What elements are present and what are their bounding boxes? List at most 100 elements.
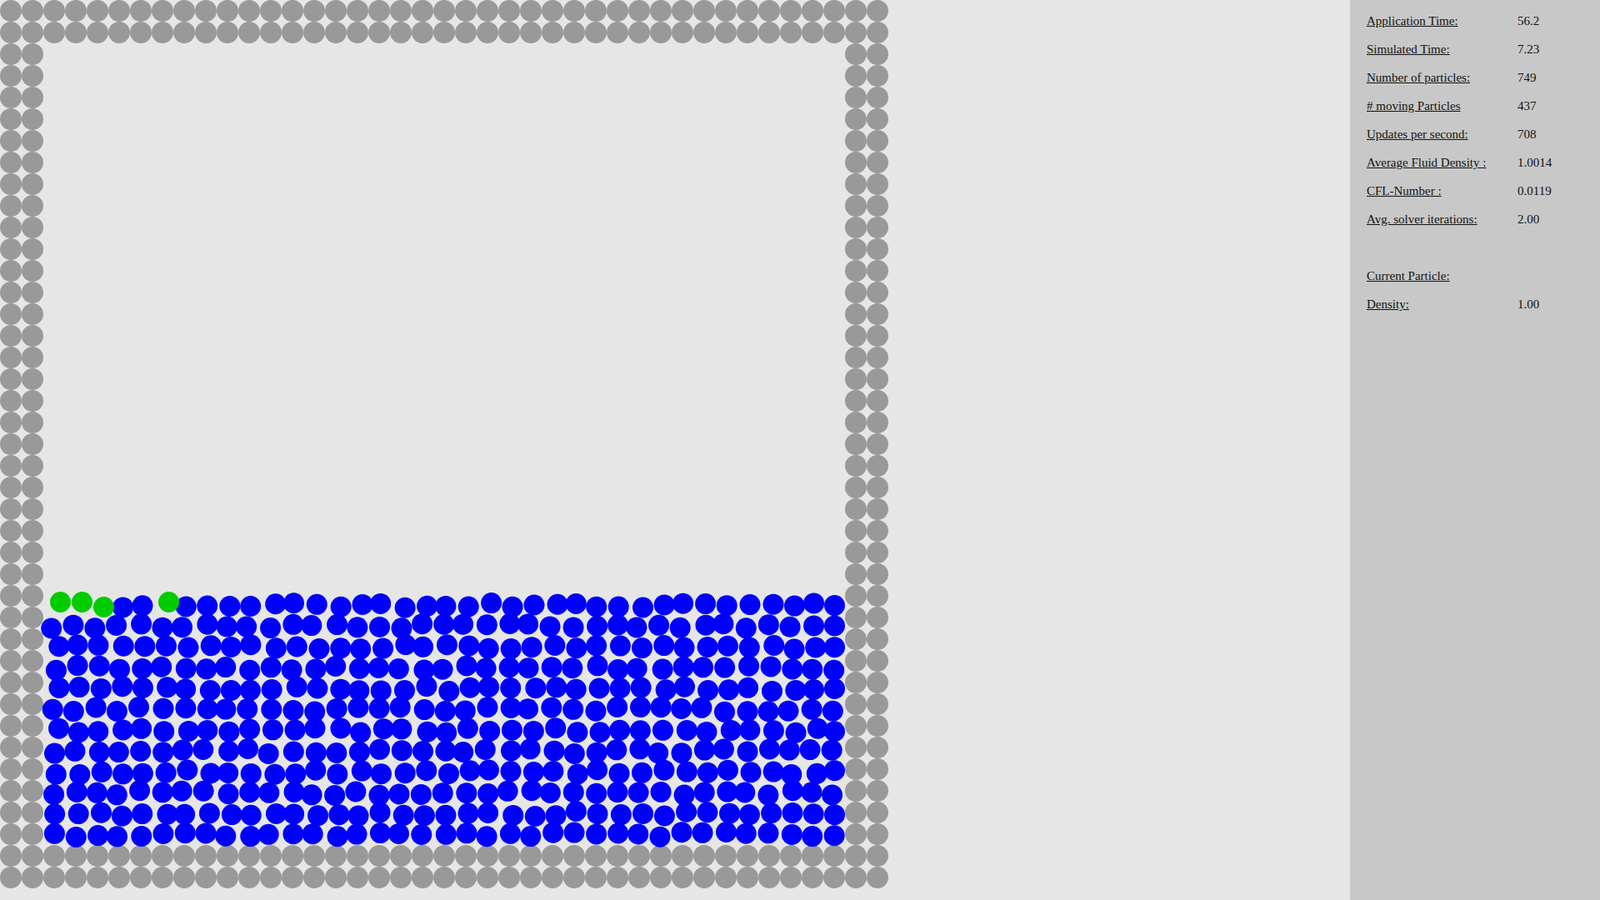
fluid-particle (607, 659, 629, 680)
fluid-particle (156, 676, 178, 698)
fluid-particle (221, 804, 243, 825)
boundary-particle (0, 43, 22, 65)
fluid-particle (740, 761, 762, 783)
boundary-particle (0, 801, 22, 824)
fluid-particle (435, 722, 457, 744)
boundary-particle (0, 780, 22, 802)
fluid-particle (521, 636, 543, 658)
fluid-particle (565, 593, 587, 615)
boundary-particle (21, 498, 44, 520)
info-row: Density:1.00 (1366, 290, 1590, 319)
boundary-particle (866, 801, 889, 824)
fluid-particle (199, 802, 220, 824)
fluid-particle (648, 615, 670, 636)
fluid-particle (718, 679, 740, 700)
fluid-particle (63, 700, 85, 722)
boundary-particle (866, 650, 889, 672)
fluid-particle (90, 802, 112, 824)
selected-particle[interactable] (158, 591, 180, 613)
fluid-particle (412, 636, 434, 658)
boundary-particle (541, 845, 564, 867)
fluid-particle (306, 677, 328, 699)
fluid-particle (432, 782, 454, 804)
info-value: 437 (1517, 96, 1537, 116)
boundary-particle (86, 21, 109, 44)
fluid-particle (821, 784, 843, 805)
fluid-particle (283, 741, 305, 763)
fluid-particle (630, 696, 651, 718)
fluid-particle (821, 740, 843, 761)
boundary-particle (390, 866, 412, 889)
info-row: Simulated Time:7.23 (1366, 35, 1590, 64)
boundary-particle (21, 130, 44, 152)
info-label: Average Fluid Density : (1366, 153, 1518, 173)
boundary-particle (390, 845, 412, 867)
fluid-particle (544, 740, 565, 762)
fluid-particle (300, 615, 322, 636)
boundary-particle (845, 130, 867, 152)
fluid-particle (608, 596, 630, 618)
fluid-particle (739, 804, 760, 825)
fluid-particle (415, 760, 437, 781)
fluid-particle (566, 721, 588, 743)
fluid-particle (607, 614, 629, 635)
boundary-particle (801, 845, 824, 867)
boundary-particle (21, 736, 44, 759)
boundary-particle (845, 455, 867, 477)
boundary-particle (650, 866, 672, 889)
fluid-particle (258, 824, 280, 845)
fluid-particle (69, 676, 90, 698)
boundary-particle (541, 0, 564, 22)
info-value: 2.00 (1517, 210, 1540, 230)
selected-particle[interactable] (93, 596, 115, 618)
boundary-particle (130, 21, 152, 44)
boundary-particle (411, 866, 434, 889)
fluid-particle (760, 655, 782, 677)
fluid-particle (368, 785, 390, 806)
info-label: Simulated Time: (1366, 40, 1518, 60)
boundary-particle (801, 21, 824, 44)
fluid-particle (349, 658, 370, 680)
fluid-particle (460, 677, 481, 699)
fluid-particle (822, 700, 844, 722)
boundary-particle (736, 845, 759, 867)
fluid-particle (781, 802, 803, 824)
fluid-particle (674, 676, 695, 698)
fluid-particle (68, 721, 90, 743)
boundary-particle (195, 845, 217, 867)
simulation-canvas[interactable] (0, 0, 1350, 900)
fluid-particle (171, 616, 193, 638)
fluid-particle (501, 720, 523, 741)
fluid-particle (69, 764, 90, 785)
boundary-particle (65, 845, 87, 867)
simulation-view[interactable] (0, 0, 1350, 900)
fluid-particle (606, 781, 628, 803)
selected-particle[interactable] (71, 591, 93, 613)
fluid-particle (87, 825, 109, 846)
boundary-particle (671, 845, 694, 867)
boundary-particle (693, 866, 715, 889)
boundary-particle (845, 65, 867, 87)
boundary-particle (866, 173, 889, 195)
boundary-particle (151, 866, 174, 889)
fluid-particle (476, 614, 498, 635)
fluid-particle (131, 803, 153, 825)
fluid-particle (200, 680, 221, 701)
selected-particle[interactable] (50, 591, 71, 613)
fluid-particle (607, 823, 629, 845)
info-row: CFL-Number :0.0119 (1366, 176, 1590, 205)
fluid-particle (301, 784, 323, 805)
boundary-particle (715, 866, 737, 889)
fluid-particle (330, 679, 351, 700)
fluid-particle (458, 635, 480, 656)
boundary-particle (0, 455, 22, 477)
fluid-particle (626, 658, 648, 680)
boundary-particle (281, 0, 304, 22)
boundary-particle (520, 845, 542, 867)
fluid-particle (627, 823, 649, 845)
boundary-particle (433, 866, 455, 889)
boundary-particle (346, 21, 369, 44)
boundary-particle (0, 368, 22, 390)
boundary-particle (845, 585, 867, 607)
fluid-particle (739, 637, 760, 659)
